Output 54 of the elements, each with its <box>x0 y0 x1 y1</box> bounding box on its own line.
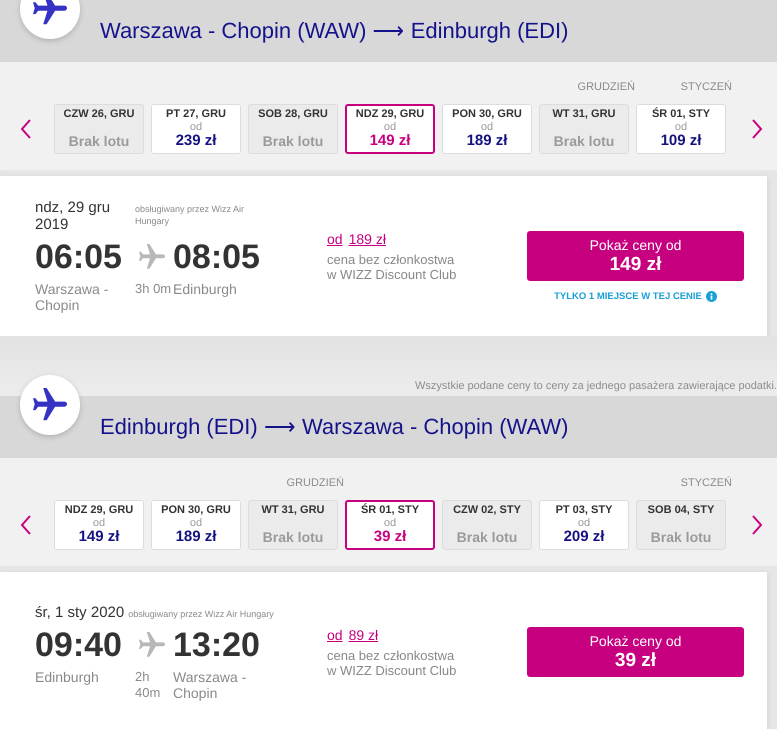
chevron-left-icon <box>20 119 32 139</box>
arrival-time: 08:05 <box>173 237 261 277</box>
departure-time: 06:05 <box>35 237 123 277</box>
next-dates-button[interactable] <box>751 119 763 139</box>
date-tab[interactable]: SOB 04, STY Brak lotu <box>636 500 726 550</box>
arrival-time: 13:20 <box>173 624 261 664</box>
airplane-icon <box>139 632 165 658</box>
departure-airport: Edinburgh <box>35 668 100 684</box>
previous-dates-button[interactable] <box>20 515 32 535</box>
month-label: GRUDZIEŃ <box>286 476 344 490</box>
operator-text: obsługiwany przez Wizz Air Hungary <box>128 608 274 620</box>
flight-date: śr, 1 sty 2020 <box>35 604 124 620</box>
date-tab[interactable]: CZW 26, GRU Brak lotu <box>54 104 144 154</box>
month-label: GRUDZIEŃ <box>578 80 635 94</box>
month-label: STYCZEŃ <box>680 80 732 94</box>
departure-airport: Warszawa - Chopin <box>35 281 110 313</box>
date-tab[interactable]: ŚR 01, STY od 39 zł <box>345 500 435 550</box>
date-tab[interactable]: PON 30, GRU od 189 zł <box>151 500 241 550</box>
info-icon <box>706 290 717 302</box>
non-member-price-link[interactable]: od 89 zł <box>327 626 378 642</box>
chevron-right-icon <box>751 515 763 535</box>
arrival-airport: Edinburgh <box>173 281 238 297</box>
date-tab[interactable]: SOB 28, GRU Brak lotu <box>248 104 338 154</box>
show-prices-button[interactable]: Pokaż ceny od 149 zł <box>527 231 744 281</box>
show-prices-button[interactable]: Pokaż ceny od 39 zł <box>527 627 744 677</box>
chevron-right-icon <box>751 119 763 139</box>
non-member-price-note: cena bez członkostwa w WIZZ Discount Club <box>327 252 458 282</box>
date-tab[interactable]: WT 31, GRU Brak lotu <box>248 500 338 550</box>
flight-duration: 3h 0m <box>134 281 172 297</box>
arrival-airport: Warszawa - Chopin <box>173 668 248 700</box>
date-tab[interactable]: NDZ 29, GRU od 149 zł <box>54 500 144 550</box>
flight-date: ndz, 29 gru 2019 <box>35 199 112 233</box>
airplane-icon <box>139 244 165 270</box>
price-note: Wszystkie podane ceny to ceny za jednego pasażera zawierające podatki. <box>415 379 777 393</box>
non-member-price-note: cena bez członkostwa w WIZZ Discount Club <box>327 648 458 678</box>
flight-duration: 2h 40m <box>134 668 162 700</box>
date-tab[interactable]: NDZ 29, GRU od 149 zł <box>345 104 435 154</box>
date-tab[interactable]: CZW 02, STY Brak lotu <box>442 500 532 550</box>
non-member-price-link[interactable]: od 189 zł <box>327 230 386 246</box>
date-tab[interactable]: WT 31, GRU Brak lotu <box>539 104 629 154</box>
route-title: Edinburgh (EDI) ⟶ Warszawa - Chopin (WAW) <box>100 414 568 440</box>
chevron-left-icon <box>20 515 32 535</box>
departure-time: 09:40 <box>35 624 123 664</box>
date-tab[interactable]: PT 27, GRU od 239 zł <box>151 104 241 154</box>
airplane-icon <box>20 375 80 435</box>
previous-dates-button[interactable] <box>20 119 32 139</box>
next-dates-button[interactable] <box>751 515 763 535</box>
route-title: Warszawa - Chopin (WAW) ⟶ Edinburgh (EDI) <box>100 18 568 44</box>
date-tab[interactable]: PON 30, GRU od 189 zł <box>442 104 532 154</box>
month-label: STYCZEŃ <box>680 476 732 490</box>
date-tab[interactable]: ŚR 01, STY od 109 zł <box>636 104 726 154</box>
seats-notice: TYLKO 1 MIEJSCE W TEJ CENIE <box>554 290 702 302</box>
operator-text: obsługiwany przez Wizz Air Hungary <box>135 203 246 227</box>
date-tab[interactable]: PT 03, STY od 209 zł <box>539 500 629 550</box>
